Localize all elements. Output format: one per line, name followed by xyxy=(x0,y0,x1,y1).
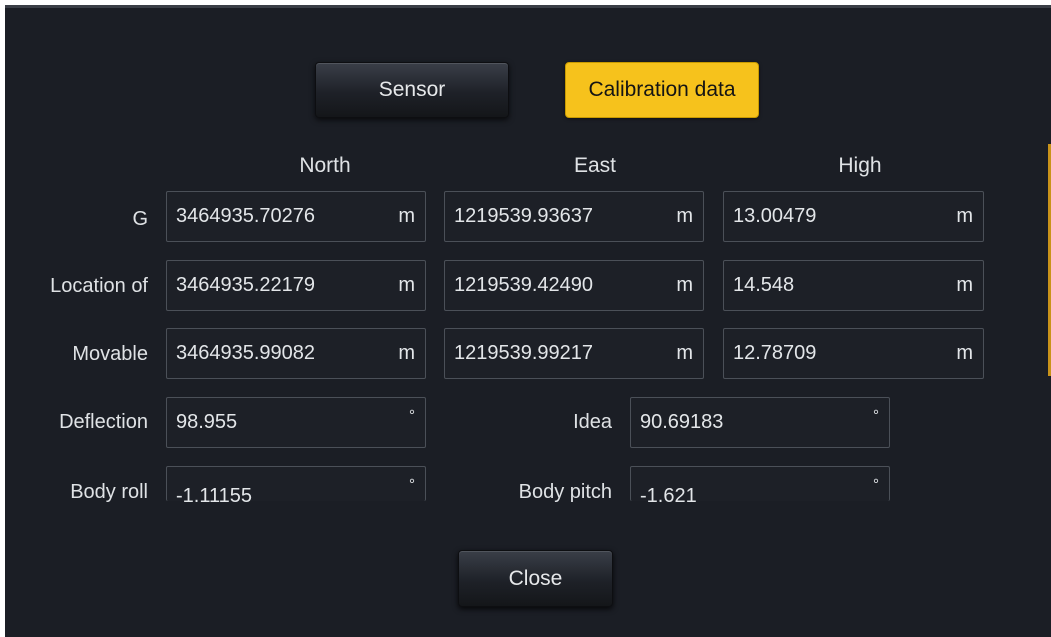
unit-label: m xyxy=(398,274,415,296)
tab-sensor[interactable]: Sensor xyxy=(315,62,509,118)
field-value: 1219539.42490 xyxy=(454,274,594,296)
field-value: -1.621 xyxy=(640,485,697,507)
calibration-dialog: Sensor Calibration data North East High … xyxy=(5,5,1051,637)
movable-north-field[interactable]: 3464935.99082 m xyxy=(166,328,426,379)
column-header-high: High xyxy=(838,154,882,177)
degree-unit: ° xyxy=(873,407,879,424)
unit-label: m xyxy=(676,342,693,364)
field-value: 3464935.70276 xyxy=(176,205,316,227)
degree-unit: ° xyxy=(409,407,415,424)
unit-label: m xyxy=(676,205,693,227)
unit-label: m xyxy=(398,205,415,227)
location-east-field[interactable]: 1219539.42490 m xyxy=(444,260,704,311)
unit-label: m xyxy=(676,274,693,296)
degree-unit: ° xyxy=(409,476,415,493)
body-pitch-label: Body pitch xyxy=(518,481,612,503)
field-value: 12.78709 xyxy=(733,342,817,364)
field-value: 90.69183 xyxy=(640,411,724,433)
movable-east-field[interactable]: 1219539.99217 m xyxy=(444,328,704,379)
field-value: 98.955 xyxy=(176,411,238,433)
unit-label: m xyxy=(956,205,973,227)
row-label-movable: Movable xyxy=(72,343,148,365)
g-high-field[interactable]: 13.00479 m xyxy=(723,191,984,242)
tab-calibration-label: Calibration data xyxy=(588,78,736,101)
unit-label: m xyxy=(956,342,973,364)
close-button-label: Close xyxy=(508,566,563,590)
body-pitch-field[interactable]: -1.621 ° xyxy=(630,466,890,507)
column-header-east: East xyxy=(573,154,617,177)
field-value: 3464935.22179 xyxy=(176,274,316,296)
idea-field[interactable]: 90.69183 ° xyxy=(630,397,890,448)
movable-high-field[interactable]: 12.78709 m xyxy=(723,328,984,379)
deflection-label: Deflection xyxy=(59,411,148,433)
field-value: 3464935.99082 xyxy=(176,342,316,364)
location-north-field[interactable]: 3464935.22179 m xyxy=(166,260,426,311)
degree-unit: ° xyxy=(873,476,879,493)
location-high-field[interactable]: 14.548 m xyxy=(723,260,984,311)
idea-label: Idea xyxy=(573,411,612,433)
g-east-field[interactable]: 1219539.93637 m xyxy=(444,191,704,242)
field-value: 13.00479 xyxy=(733,205,817,227)
unit-label: m xyxy=(956,274,973,296)
field-value: 1219539.99217 xyxy=(454,342,594,364)
row-label-g: G xyxy=(132,208,148,230)
g-north-field[interactable]: 3464935.70276 m xyxy=(166,191,426,242)
body-roll-field[interactable]: -1.11155 ° xyxy=(166,466,426,507)
unit-label: m xyxy=(398,342,415,364)
field-value: 14.548 xyxy=(733,274,795,296)
close-button[interactable]: Close xyxy=(458,550,613,607)
row-label-location-of: Location of xyxy=(50,275,148,297)
deflection-field[interactable]: 98.955 ° xyxy=(166,397,426,448)
tab-sensor-label: Sensor xyxy=(378,78,446,101)
field-value: 1219539.93637 xyxy=(454,205,594,227)
body-roll-label: Body roll xyxy=(70,481,148,503)
column-header-north: North xyxy=(299,154,351,177)
field-value: -1.11155 xyxy=(176,485,252,507)
tab-calibration-data[interactable]: Calibration data xyxy=(565,62,759,118)
